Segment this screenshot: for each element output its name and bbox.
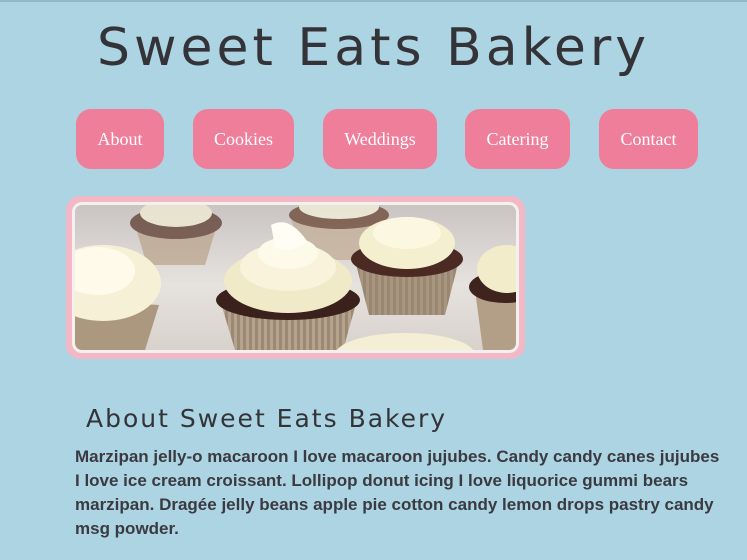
main-nav: About Cookies Weddings Catering Contact xyxy=(0,109,747,171)
hero-image-frame xyxy=(66,196,525,359)
hero-cupcakes-image xyxy=(72,202,519,353)
nav-catering-button[interactable]: Catering xyxy=(465,109,570,169)
cupcakes-illustration xyxy=(75,205,516,350)
nav-about-button[interactable]: About xyxy=(76,109,164,169)
nav-cookies-button[interactable]: Cookies xyxy=(193,109,294,169)
about-heading: About Sweet Eats Bakery xyxy=(86,404,448,433)
nav-contact-button[interactable]: Contact xyxy=(599,109,698,169)
site-title: Sweet Eats Bakery xyxy=(96,18,651,78)
about-paragraph: Marzipan jelly-o macaroon I love macaroo… xyxy=(75,447,720,538)
nav-weddings-button[interactable]: Weddings xyxy=(323,109,437,169)
